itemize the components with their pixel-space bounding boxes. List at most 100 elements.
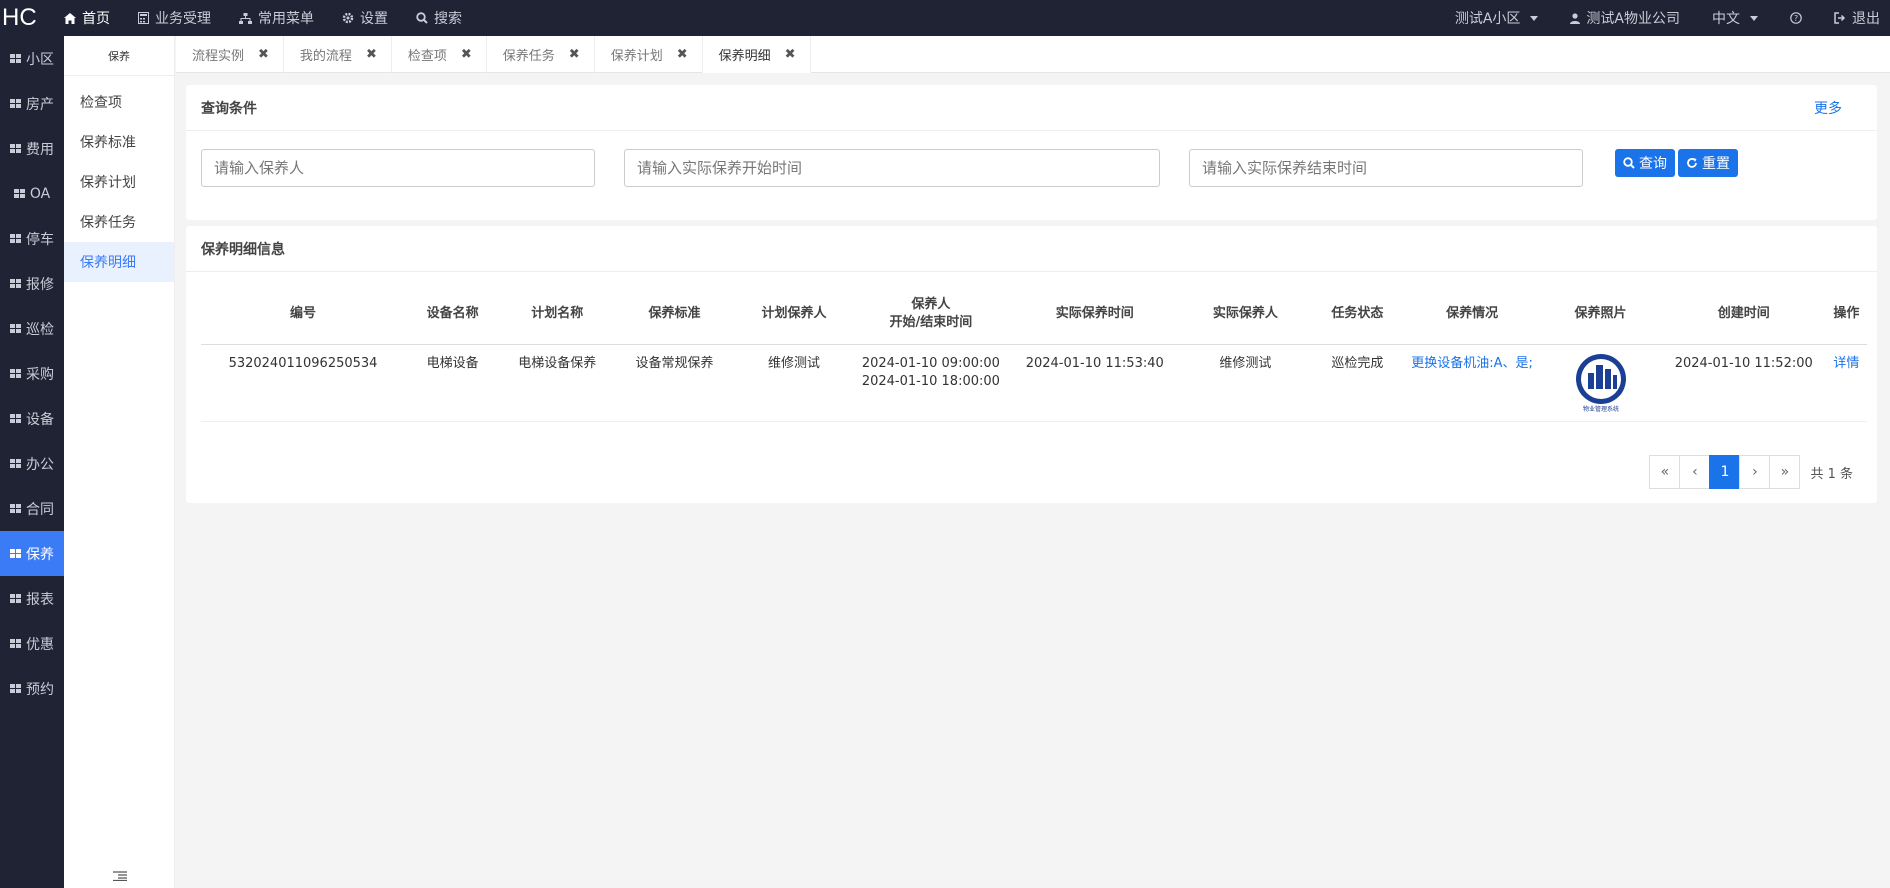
sidebar-item[interactable]: 合同: [0, 486, 64, 531]
maintainer-input[interactable]: [201, 149, 595, 187]
th-large-icon: [10, 369, 21, 378]
tab-label: 保养任务: [502, 49, 555, 64]
detail-link[interactable]: 详情: [1833, 356, 1859, 371]
indent-icon: [112, 871, 127, 881]
page-tab[interactable]: 保养计划 ✖: [595, 36, 703, 73]
col-created: 创建时间: [1661, 284, 1826, 345]
help-glyph: ?: [1794, 14, 1798, 23]
page-1-button[interactable]: 1: [1709, 455, 1741, 489]
maintenance-photo-thumbnail[interactable]: 物业管理系统: [1573, 353, 1629, 413]
start-time-input[interactable]: [624, 149, 1160, 187]
community-label: 测试A小区: [1454, 11, 1521, 27]
nav-home[interactable]: 首页: [64, 8, 110, 28]
search-button[interactable]: 查询: [1615, 149, 1675, 177]
main-sidebar: 小区房产费用 OA 停车报修巡检 采购 设备 办公合同保养报表优惠预约: [0, 36, 64, 888]
sidebar-item-label: 保养: [26, 546, 54, 563]
sidebar-item[interactable]: 预约: [0, 666, 64, 711]
col-actual-time: 实际保养时间: [1008, 284, 1181, 345]
col-maintainer-time: 保养人开始/结束时间: [853, 284, 1009, 345]
question-circle-icon: ?: [1790, 12, 1802, 24]
sub-sidebar-item[interactable]: 检查项: [64, 82, 174, 122]
col-maintainer: 保养人: [911, 296, 951, 312]
nav-common-menu[interactable]: 常用菜单: [239, 8, 314, 28]
cell-device: 电梯设备: [405, 344, 501, 422]
total-count: 共 1 条: [1810, 466, 1853, 482]
col-start-end: 开始/结束时间: [889, 314, 973, 330]
nav-business[interactable]: 业务受理: [138, 8, 211, 28]
sidebar-item[interactable]: 巡检: [0, 306, 64, 351]
sub-sidebar-item[interactable]: 保养标准: [64, 122, 174, 162]
logout-button[interactable]: 退出: [1834, 8, 1880, 28]
company-user[interactable]: 测试A物业公司: [1570, 8, 1680, 28]
tab-label: 保养明细: [718, 48, 771, 64]
close-icon[interactable]: ✖: [785, 47, 796, 62]
close-icon[interactable]: ✖: [258, 47, 269, 62]
sub-sidebar-item[interactable]: 保养任务: [64, 202, 174, 242]
collapse-sidebar-button[interactable]: [64, 864, 175, 888]
tab-label: 我的流程: [299, 49, 352, 64]
nav-search[interactable]: 搜索: [416, 8, 462, 28]
close-icon[interactable]: ✖: [461, 47, 472, 62]
sidebar-item[interactable]: 采购: [0, 351, 64, 396]
page-next-button[interactable]: ›: [1739, 455, 1771, 489]
language-label: 中文: [1712, 11, 1740, 27]
cell-status: 巡检完成: [1309, 344, 1405, 422]
cell-actual-person: 维修测试: [1180, 344, 1310, 422]
caret-down-icon: [1750, 15, 1758, 21]
nav-business-label: 业务受理: [155, 11, 211, 27]
reset-button[interactable]: 重置: [1678, 149, 1738, 177]
page-last-button[interactable]: »: [1769, 455, 1801, 489]
sidebar-item[interactable]: 报表: [0, 576, 64, 621]
community-dropdown[interactable]: 测试A小区: [1455, 8, 1539, 28]
page-prev-button[interactable]: ‹: [1679, 455, 1711, 489]
sidebar-item[interactable]: 保养: [0, 531, 64, 576]
app-logo[interactable]: HC: [0, 4, 64, 32]
sidebar-item[interactable]: 房产: [0, 81, 64, 126]
page-tab[interactable]: 检查项 ✖: [392, 36, 487, 73]
sidebar-item-label: 合同: [26, 501, 54, 518]
table-row: 532024011096250534 电梯设备 电梯设备保养 设备常规保养 维修…: [201, 344, 1867, 422]
th-large-icon: [10, 684, 21, 693]
language-dropdown[interactable]: 中文: [1712, 8, 1758, 28]
close-icon[interactable]: ✖: [366, 47, 377, 62]
sub-sidebar-item[interactable]: 保养计划: [64, 162, 174, 202]
query-panel-header: 查询条件 更多: [186, 85, 1877, 131]
close-icon[interactable]: ✖: [677, 47, 688, 62]
sidebar-item-label: 报修: [26, 276, 54, 293]
sidebar-item-label: 优惠: [26, 636, 54, 653]
cell-standard: 设备常规保养: [614, 344, 735, 422]
th-large-icon: [10, 549, 21, 558]
sidebar-item-label: 房产: [26, 96, 54, 113]
nav-home-label: 首页: [82, 11, 110, 27]
more-link[interactable]: 更多: [1814, 98, 1842, 118]
top-right-menu: 测试A小区 测试A物业公司 中文 ? 退出: [1423, 0, 1890, 36]
cell-photo: 物业管理系统: [1539, 344, 1662, 422]
page-tab[interactable]: 保养任务 ✖: [487, 36, 595, 73]
sidebar-item[interactable]: 小区: [0, 36, 64, 81]
sidebar-item[interactable]: 办公: [0, 441, 64, 486]
top-nav: 首页 业务受理 常用菜单 设置 搜索: [64, 0, 490, 36]
sidebar-item[interactable]: 费用: [0, 126, 64, 171]
nav-common-menu-label: 常用菜单: [258, 11, 314, 27]
th-large-icon: [10, 54, 21, 63]
gear-icon: [342, 12, 354, 24]
col-actual-person: 实际保养人: [1180, 284, 1310, 345]
sidebar-item[interactable]: 优惠: [0, 621, 64, 666]
nav-settings[interactable]: 设置: [342, 8, 388, 28]
sub-sidebar-item[interactable]: 保养明细: [64, 242, 174, 282]
help-button[interactable]: ?: [1790, 12, 1802, 24]
cell-situation-link[interactable]: 更换设备机油:A、是;: [1404, 344, 1540, 422]
sidebar-item[interactable]: OA: [0, 171, 64, 216]
th-large-icon: [10, 234, 21, 243]
page-tab[interactable]: 我的流程 ✖: [284, 36, 392, 73]
sidebar-item[interactable]: 报修: [0, 261, 64, 306]
page-tab[interactable]: 保养明细 ✖: [702, 36, 811, 73]
page-tab[interactable]: 流程实例 ✖: [176, 36, 284, 73]
sidebar-item[interactable]: 设备: [0, 396, 64, 441]
sidebar-item[interactable]: 停车: [0, 216, 64, 261]
tab-label: 保养计划: [610, 49, 663, 64]
page-first-button[interactable]: «: [1649, 455, 1681, 489]
end-time-input[interactable]: [1189, 149, 1583, 187]
th-large-icon: [10, 324, 21, 333]
close-icon[interactable]: ✖: [569, 47, 580, 62]
